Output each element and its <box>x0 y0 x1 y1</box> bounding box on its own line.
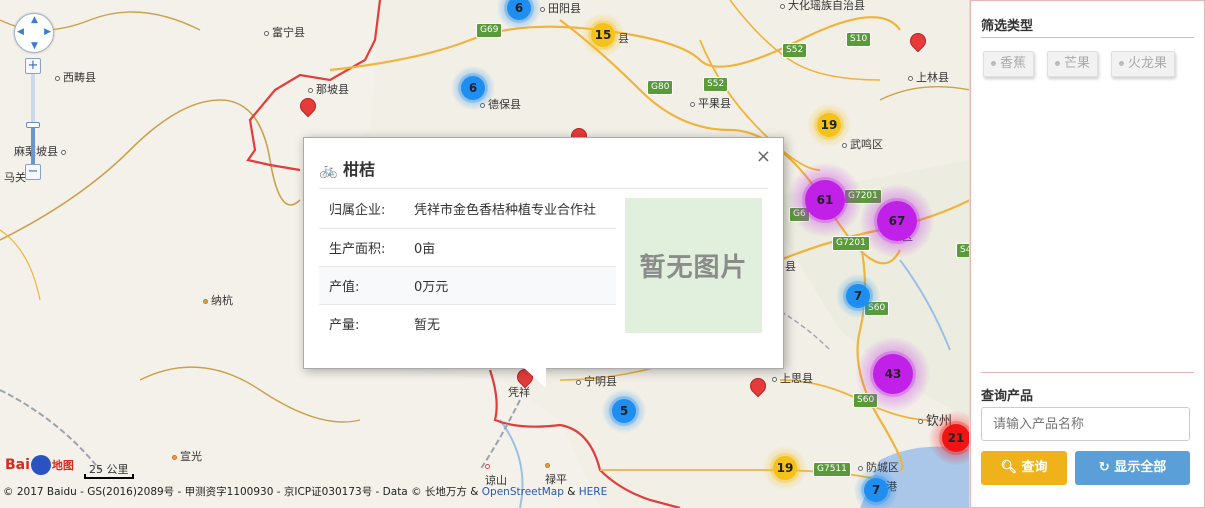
table-row: 产值: 0万元 <box>319 266 616 305</box>
map-marker[interactable] <box>296 94 320 122</box>
query-button[interactable]: 🔍︎ 查询 <box>981 451 1067 485</box>
table-row: 生产面积: 0亩 <box>319 228 616 267</box>
close-icon[interactable]: × <box>756 146 771 167</box>
cluster-marker[interactable]: 19 <box>763 446 807 490</box>
table-row: 产量: 暂无 <box>329 317 441 333</box>
cluster-marker[interactable]: 67 <box>860 184 934 258</box>
cluster-count: 21 <box>942 424 969 452</box>
table-row: 归属企业: 凭祥市金色香桔种植专业合作社 <box>319 190 616 229</box>
highway-shield: S52 <box>703 77 729 92</box>
pan-up-icon[interactable]: ▲ <box>31 15 38 25</box>
zoom-control[interactable]: + − <box>25 58 41 180</box>
filter-chip-banana[interactable]: 香蕉 <box>983 51 1035 77</box>
copyright-text: © 2017 Baidu - GS(2016)2089号 - 甲测资字11009… <box>3 486 608 498</box>
cluster-count: 7 <box>864 478 888 502</box>
cluster-count: 6 <box>507 0 531 20</box>
product-search-input[interactable] <box>981 407 1190 441</box>
place-label: 大化瑶族自治县 <box>780 0 865 13</box>
osm-link[interactable]: OpenStreetMap <box>482 486 564 498</box>
cluster-count: 6 <box>461 76 485 100</box>
cluster-count: 5 <box>612 399 636 423</box>
highway-shield: G80 <box>647 80 674 95</box>
place-label: 田阳县 <box>540 0 581 16</box>
filter-title: 筛选类型 <box>981 19 1034 34</box>
cluster-count: 43 <box>873 354 913 394</box>
place-label: 那坡县 <box>308 81 349 97</box>
pan-control[interactable]: ▲ ▼ ◀ ▶ <box>14 13 54 53</box>
info-table: 归属企业: 凭祥市金色香桔种植专业合作社 生产面积: 0亩 产值: 0万元 产量: 暂无 <box>319 190 616 342</box>
zoom-slider[interactable] <box>26 74 40 164</box>
place-label: 上思县 <box>772 370 813 386</box>
cluster-marker[interactable]: 5 <box>602 389 646 433</box>
here-link[interactable]: HERE <box>579 486 607 498</box>
place-label: 禄平 <box>545 458 567 487</box>
refresh-icon: ↻ <box>1098 460 1110 475</box>
cluster-marker[interactable]: 61 <box>788 163 862 237</box>
zoom-out-button[interactable]: − <box>25 164 41 180</box>
show-all-button[interactable]: ↻ 显示全部 <box>1075 451 1190 485</box>
cluster-count: 19 <box>817 113 841 137</box>
cluster-marker[interactable]: 19 <box>807 103 851 147</box>
map-marker[interactable] <box>746 374 770 402</box>
map-view[interactable]: 富宁县 西畴县 那坡县 麻栗坡县 马关 德保县 平果县 田阳县 武鸣区 上林县 … <box>0 0 970 508</box>
place-label: 县 <box>785 260 796 273</box>
highway-shield: S52 <box>782 43 808 58</box>
cluster-count: 15 <box>591 23 615 47</box>
place-label: 宁明县 <box>576 373 617 389</box>
pan-down-icon[interactable]: ▼ <box>31 41 38 51</box>
place-label: 纳杭 <box>203 292 233 308</box>
pan-left-icon[interactable]: ◀ <box>17 27 24 37</box>
cluster-count: 7 <box>846 284 870 308</box>
zoom-in-button[interactable]: + <box>25 58 41 74</box>
place-label: 马关 <box>4 171 26 184</box>
pan-right-icon[interactable]: ▶ <box>44 27 51 37</box>
place-label: 富宁县 <box>264 24 305 40</box>
cluster-count: 61 <box>805 180 845 220</box>
cluster-count: 19 <box>773 456 797 480</box>
map-marker[interactable] <box>906 29 930 57</box>
cluster-marker[interactable]: 43 <box>856 337 930 411</box>
cluster-marker[interactable]: 7 <box>836 274 880 318</box>
info-window-title: 🚲 柑桔 <box>319 160 376 179</box>
search-icon: 🔍︎ <box>1000 460 1017 475</box>
place-label: 武鸣区 <box>842 136 883 152</box>
cluster-marker[interactable]: 6 <box>451 66 495 110</box>
scale-bar: 25 公里 <box>84 461 134 481</box>
filter-chip-dragonfruit[interactable]: 火龙果 <box>1111 51 1176 77</box>
place-label: 西畴县 <box>55 69 96 85</box>
highway-shield: G69 <box>476 23 503 38</box>
cluster-marker[interactable]: 7 <box>854 468 898 508</box>
cluster-marker[interactable]: 15 <box>581 13 625 57</box>
cluster-count: 67 <box>877 201 917 241</box>
paw-icon <box>30 455 51 475</box>
place-label: 麻栗坡县 <box>14 143 69 159</box>
place-label: 上林县 <box>908 69 949 85</box>
highway-shield: S10 <box>846 32 872 47</box>
baidu-logo[interactable]: Bai 地图 <box>5 455 74 475</box>
sidebar: 筛选类型 香蕉 芒果 火龙果 查询产品 🔍︎ 查询 ↻ 显示全部 <box>970 0 1205 508</box>
bicycle-icon: 🚲 <box>319 161 338 179</box>
place-label: 宣光 <box>172 448 202 464</box>
query-title: 查询产品 <box>981 389 1034 404</box>
highway-shield: S4 <box>956 243 969 258</box>
info-window: 🚲 柑桔 × 归属企业: 凭祥市金色香桔种植专业合作社 生产面积: 0亩 产值: 0万元… <box>303 137 784 388</box>
place-label: 平果县 <box>690 95 731 111</box>
no-image-placeholder: 暂无图片 <box>625 198 762 333</box>
highway-shield: G7511 <box>813 462 851 477</box>
zoom-slider-thumb[interactable] <box>26 122 40 128</box>
filter-chip-mango[interactable]: 芒果 <box>1047 51 1099 77</box>
